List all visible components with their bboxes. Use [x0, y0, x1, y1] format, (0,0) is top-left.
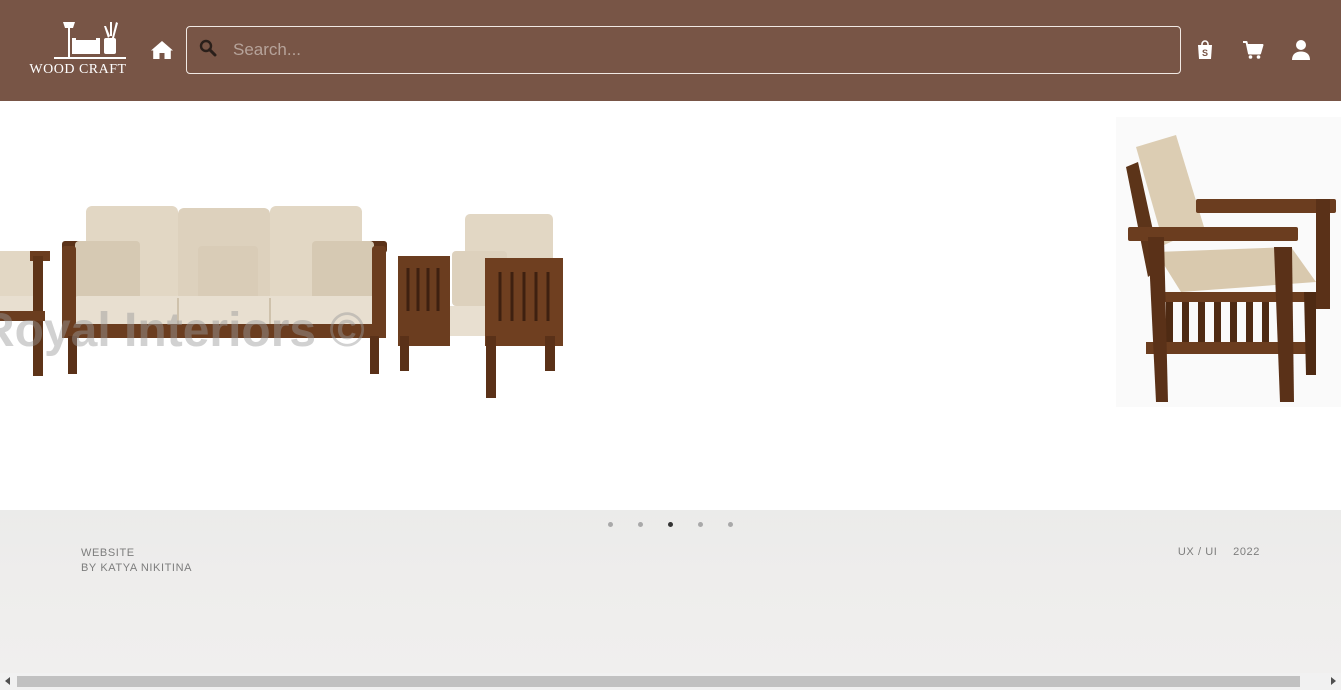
carousel-dot[interactable]: [698, 522, 703, 527]
scrollbar-thumb[interactable]: [17, 676, 1300, 687]
search-bar[interactable]: [186, 26, 1181, 74]
shop-button[interactable]: S: [1194, 39, 1216, 61]
wooden-sofa-set-image: Royal Interiors ©: [0, 206, 563, 398]
cart-icon: [1243, 41, 1264, 59]
app-window: WOOD CRAFT Search... S Royal Interiors ©…: [0, 0, 1341, 690]
project-meta: UX / UI 2022: [1178, 546, 1260, 558]
carousel-dot[interactable]: [638, 522, 643, 527]
furniture-logo-icon: [54, 22, 126, 59]
top-navbar: WOOD CRAFT S: [0, 0, 1341, 101]
credit-line-1: WEBSITE: [81, 547, 135, 559]
author-credit: WEBSITE BY KATYA NIKITINA: [81, 546, 192, 576]
page-footer: WEBSITE BY KATYA NIKITINA UX / UI 2022: [0, 510, 1341, 673]
carousel-pagination: [600, 520, 750, 530]
account-button[interactable]: [1290, 39, 1312, 61]
search-icon[interactable]: [199, 39, 217, 57]
credit-line-2: BY KATYA NIKITINA: [81, 562, 193, 574]
project-year: 2022: [1233, 546, 1260, 558]
brand-logo[interactable]: WOOD CRAFT: [26, 18, 128, 80]
product-carousel[interactable]: Royal Interiors ©: [0, 101, 1341, 510]
carousel-dot[interactable]: [668, 522, 673, 527]
home-icon: [151, 41, 173, 59]
project-category: UX / UI: [1177, 546, 1218, 558]
search-input[interactable]: [233, 35, 1163, 65]
carousel-dot[interactable]: [728, 522, 733, 527]
wooden-armchair-image: [1116, 117, 1341, 407]
home-button[interactable]: [150, 39, 174, 61]
user-icon: [1292, 40, 1310, 60]
svg-text:S: S: [1202, 48, 1208, 58]
watermark-text: Royal Interiors ©: [0, 304, 365, 357]
brand-name: WOOD CRAFT: [29, 62, 127, 77]
carousel-dot[interactable]: [608, 522, 613, 527]
cart-button[interactable]: [1242, 39, 1264, 61]
scroll-right-arrow-icon[interactable]: [1331, 677, 1336, 685]
scroll-left-arrow-icon[interactable]: [5, 677, 10, 685]
horizontal-scrollbar[interactable]: [0, 673, 1341, 690]
shopping-bag-icon: S: [1198, 40, 1212, 59]
